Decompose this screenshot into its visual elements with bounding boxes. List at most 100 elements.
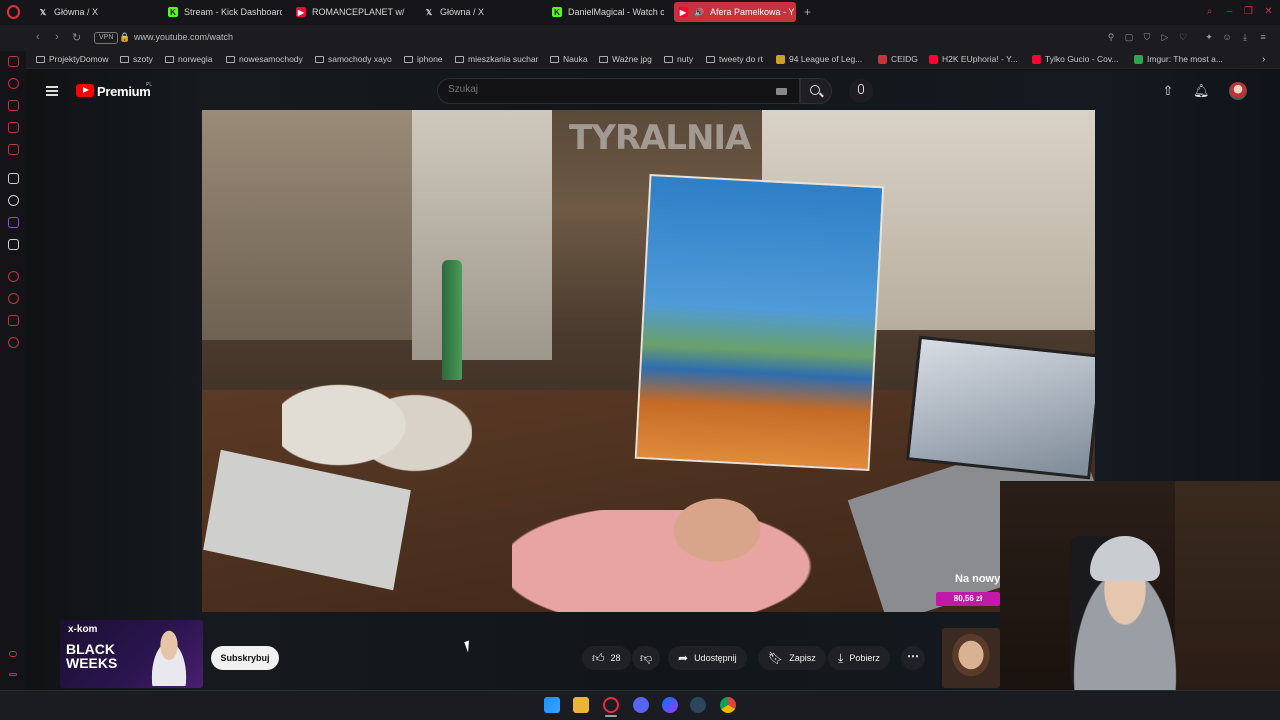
- recommended-video-thumbnail[interactable]: [942, 628, 1000, 688]
- minimize-icon[interactable]: –: [1224, 6, 1235, 17]
- dislike-button[interactable]: 👎︎: [632, 646, 660, 670]
- youtube-premium-logo[interactable]: Premium: [97, 84, 151, 99]
- ceidg-icon: [878, 54, 887, 64]
- vpn-badge[interactable]: VPN: [94, 32, 119, 44]
- reload-icon[interactable]: ↻: [72, 31, 81, 44]
- video-frame-laptop-screen: [905, 335, 1095, 480]
- download-button[interactable]: ⤓ Pobierz: [828, 646, 890, 670]
- bookmark-item[interactable]: ProjektyDomow: [36, 54, 109, 64]
- bookmark-item[interactable]: nuty: [664, 54, 693, 64]
- video-frame-hand: [662, 490, 772, 570]
- bookmarks-overflow-icon[interactable]: ›: [1262, 54, 1265, 65]
- opera-menu-icon[interactable]: [7, 5, 20, 19]
- bookmark-item[interactable]: H2K EUphoria! - Y...: [929, 54, 1018, 64]
- opera-gx-icon[interactable]: [603, 697, 619, 713]
- sidebar-aria-icon[interactable]: [8, 173, 19, 184]
- keyboard-icon[interactable]: [776, 88, 787, 95]
- sidebar-history-icon[interactable]: [8, 144, 19, 155]
- download-arrow-icon: ⤓: [838, 650, 844, 665]
- sidebar-more-icon[interactable]: [9, 673, 17, 676]
- upload-icon[interactable]: ⇧: [1161, 84, 1175, 98]
- sidebar-chat-icon[interactable]: [8, 315, 19, 326]
- new-tab-button[interactable]: +: [800, 2, 816, 22]
- tab-1[interactable]: 𝕏 Główna / X: [34, 2, 144, 22]
- tab-5[interactable]: K DanielMagical - Watch c: [548, 2, 664, 22]
- bookmark-label: nowesamochody: [239, 54, 303, 64]
- search-tabs-icon[interactable]: ⌕: [1204, 6, 1215, 17]
- like-button[interactable]: 👍︎ 28: [582, 646, 631, 670]
- extensions-icon[interactable]: ✦: [1204, 32, 1214, 42]
- url-field[interactable]: www.youtube.com/watch: [134, 32, 233, 42]
- file-explorer-icon[interactable]: [573, 697, 589, 713]
- active-app-indicator: [605, 715, 617, 717]
- hamburger-menu-icon[interactable]: [46, 86, 58, 96]
- video-player[interactable]: TYRALNIA: [202, 110, 1095, 612]
- save-button[interactable]: 🔖︎ Zapisz: [758, 646, 826, 670]
- sidebar-music-icon[interactable]: [8, 100, 19, 111]
- bookmark-item[interactable]: Ważne jpg: [599, 54, 652, 64]
- sidebar-x-icon[interactable]: [8, 239, 19, 250]
- avatar[interactable]: [1229, 82, 1247, 100]
- bookmark-item[interactable]: CEIDG: [878, 54, 918, 64]
- share-button[interactable]: ➦ Udostępnij: [668, 646, 747, 670]
- bookmark-item[interactable]: Tylko Gucio - Cov...: [1032, 54, 1119, 64]
- menu-icon[interactable]: ≡: [1258, 32, 1268, 42]
- sidebar-chatgpt-icon[interactable]: [8, 195, 19, 206]
- bookmark-item[interactable]: szoty: [120, 54, 153, 64]
- tab-active[interactable]: ▶ 🔊 Afera Pamelkowa - Y: [674, 2, 796, 22]
- more-actions-button[interactable]: ⋯: [901, 646, 925, 670]
- subscribe-button[interactable]: Subskrybuj: [211, 646, 279, 670]
- sidebar-pinboard-icon[interactable]: [8, 122, 19, 133]
- browser-tab-bar: 𝕏 Główna / X K Stream - Kick Dashboard ▶…: [0, 0, 1280, 25]
- pin-icon[interactable]: ⚲: [1106, 32, 1116, 42]
- maximize-icon[interactable]: ❐: [1243, 6, 1254, 17]
- back-icon[interactable]: ‹: [36, 31, 40, 43]
- region-code: PL: [146, 82, 153, 88]
- bell-icon[interactable]: 🔔︎: [1193, 84, 1210, 98]
- x-icon: 𝕏: [425, 7, 433, 17]
- sidebar-twitch-icon[interactable]: [8, 217, 19, 228]
- tab-3[interactable]: ▶ ROMANCEPLANET w/ ST: [292, 2, 406, 22]
- folder-icon: [455, 55, 464, 63]
- discord-icon[interactable]: [633, 697, 649, 713]
- heart-icon[interactable]: ♡: [1178, 32, 1188, 42]
- bookmark-item[interactable]: mieszkania suchar: [455, 54, 538, 64]
- product-promo-price[interactable]: 80,56 zł: [936, 592, 1000, 606]
- folder-icon: [664, 55, 673, 63]
- kick-icon: K: [168, 7, 178, 17]
- sidebar-clock-icon[interactable]: [8, 293, 19, 304]
- bookmark-item[interactable]: nowesamochody: [226, 54, 303, 64]
- sidebar-gx-icon[interactable]: [9, 651, 17, 657]
- youtube-logo-icon[interactable]: [76, 84, 94, 97]
- search-input[interactable]: [448, 84, 748, 95]
- sidebar-whatsapp-icon[interactable]: [8, 78, 19, 89]
- forward-icon[interactable]: ›: [55, 31, 59, 43]
- bookmark-item[interactable]: norwegia: [165, 54, 213, 64]
- bookmark-item[interactable]: samochody xayo: [315, 54, 392, 64]
- youtube-icon: [929, 54, 938, 64]
- steam-icon[interactable]: [690, 697, 706, 713]
- profile-icon[interactable]: ☺: [1222, 32, 1232, 42]
- sidebar-bookmarks-icon[interactable]: [8, 271, 19, 282]
- bookmark-item[interactable]: Imgur: The most a...: [1134, 54, 1223, 64]
- product-promo-title[interactable]: Na nowy: [955, 573, 1000, 585]
- bookmark-item[interactable]: 94 League of Leg...: [776, 54, 862, 64]
- folder-icon: [404, 55, 413, 63]
- download-icon[interactable]: ⤓: [1240, 32, 1250, 42]
- shield-icon[interactable]: ⛉: [1142, 32, 1152, 42]
- thumbs-up-icon: 👍︎: [592, 650, 605, 665]
- tab-4[interactable]: 𝕏 Główna / X: [420, 2, 530, 22]
- tab-2[interactable]: K Stream - Kick Dashboard: [164, 2, 282, 22]
- snapshot-icon[interactable]: ▢: [1124, 32, 1134, 42]
- messenger-icon[interactable]: [662, 697, 678, 713]
- bookmark-item[interactable]: Nauka: [550, 54, 588, 64]
- sidebar-settings-icon[interactable]: [8, 337, 19, 348]
- player-icon[interactable]: ▷: [1160, 32, 1170, 42]
- share-label: Udostępnij: [694, 653, 737, 663]
- sidebar-messenger-icon[interactable]: [8, 56, 19, 67]
- chrome-icon[interactable]: [720, 697, 736, 713]
- bookmark-item[interactable]: iphone: [404, 54, 443, 64]
- bookmark-item[interactable]: tweety do rt: [706, 54, 763, 64]
- windows-start-icon[interactable]: [544, 697, 560, 713]
- close-icon[interactable]: ✕: [1263, 6, 1274, 17]
